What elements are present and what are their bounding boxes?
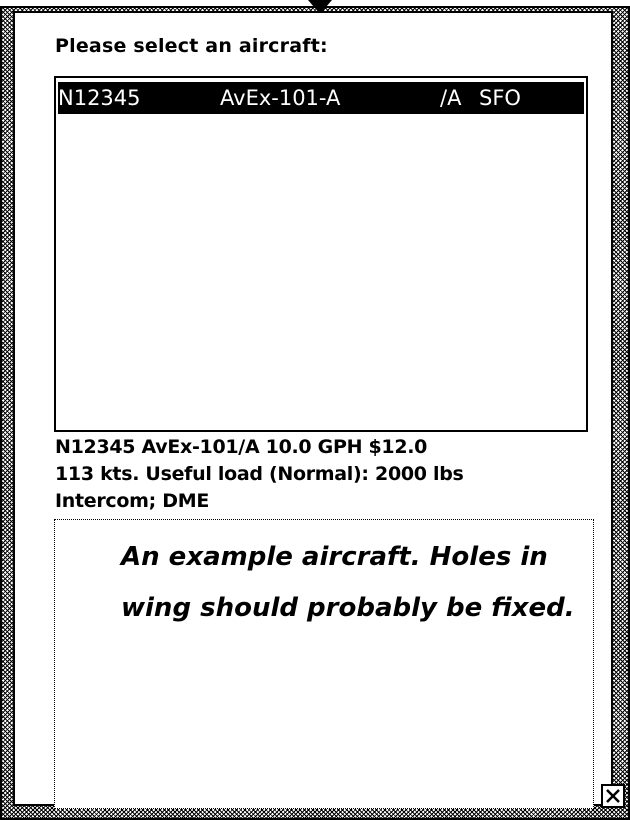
dialog-prompt: Please select an aircraft: [55, 35, 328, 57]
aircraft-notes-field[interactable]: An example aircraft. Holes in wing shoul… [54, 519, 594, 809]
aircraft-equipment-suffix: /A [440, 86, 462, 110]
aircraft-type: AvEx-101-A [220, 86, 341, 110]
aircraft-registration: N12345 [58, 86, 141, 110]
aircraft-list[interactable]: N12345 AvEx-101-A /A SFO [54, 76, 588, 432]
aircraft-notes-text: An example aircraft. Holes in wing shoul… [121, 542, 575, 623]
aircraft-summary-line2: 113 kts. Useful load (Normal): 2000 lbs [55, 463, 464, 485]
aircraft-summary-line1: N12345 AvEx-101/A 10.0 GPH $12.0 [55, 436, 428, 458]
close-button[interactable] [601, 784, 625, 808]
aircraft-list-item[interactable]: N12345 AvEx-101-A /A SFO [58, 82, 584, 114]
close-box-icon [606, 789, 620, 803]
aircraft-home-base: SFO [479, 86, 521, 110]
aircraft-summary-line3: Intercom; DME [55, 490, 210, 512]
aircraft-dialog: Please select an aircraft: N12345 AvEx-1… [13, 11, 625, 809]
